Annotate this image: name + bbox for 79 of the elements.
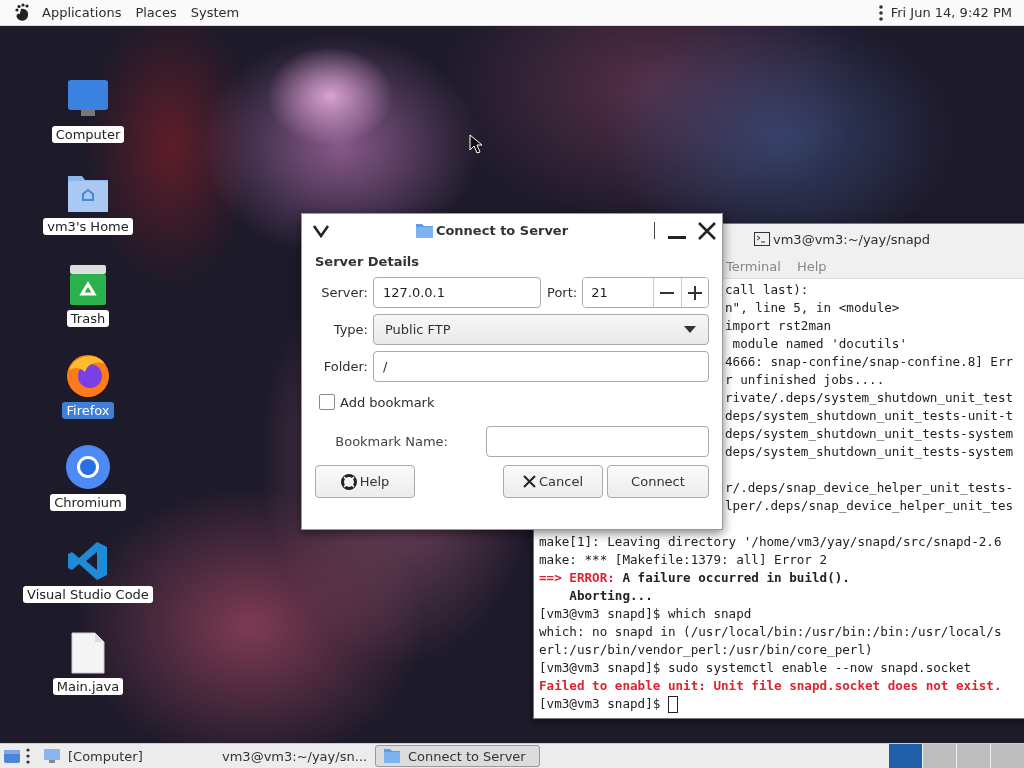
- handle-icon[interactable]: [26, 748, 30, 764]
- terminal-line: which: no snapd in (/usr/local/bin:/usr/bin:/bin:/usr/local/s: [539, 623, 1002, 641]
- mouse-pointer-icon: [469, 134, 483, 154]
- terminal-line: deps/system_shutdown_unit_tests-system: [725, 443, 1015, 461]
- desktop-icon-label[interactable]: Computer: [51, 126, 125, 143]
- terminal-line: module named 'docutils': [731, 335, 908, 353]
- document-icon[interactable]: [71, 632, 105, 674]
- field-label: Bookmark Name:: [334, 434, 448, 449]
- field-label: Port:: [547, 285, 578, 300]
- checkbox-label[interactable]: Add bookmark: [340, 394, 435, 410]
- terminal-line: deps/system_shutdown_unit_tests-system: [725, 425, 1015, 443]
- chevron-down-icon[interactable]: [312, 223, 330, 238]
- terminal-line: call last):: [725, 281, 810, 299]
- field-label: Server:: [320, 285, 368, 300]
- increment-button[interactable]: [680, 278, 708, 307]
- terminal-line: [vm3@vm3 snapd]$ which snapd: [539, 605, 752, 623]
- fox-globe-icon[interactable]: [65, 352, 111, 398]
- bookmark-name-field[interactable]: [486, 426, 709, 457]
- trash-icon[interactable]: [69, 264, 107, 306]
- desktop-icon-label[interactable]: vm3's Home: [43, 218, 133, 235]
- terminal-line: Failed to enable unit: Unit file snapd.socket does not exist.: [539, 677, 1002, 695]
- code-editor-icon[interactable]: [67, 540, 109, 582]
- terminal-line: import rst2man: [725, 317, 833, 335]
- desktop-icon-label[interactable]: Firefox: [62, 402, 114, 419]
- lifebuoy-icon: [340, 473, 357, 490]
- help-button[interactable]: Help: [315, 465, 415, 498]
- panel-menu[interactable]: Places: [128, 5, 184, 20]
- close-icon: [522, 475, 536, 488]
- terminal-line: Aborting...: [568, 587, 653, 605]
- terminal-line: rivate/.deps/system_shutdown_unit_test: [725, 389, 1015, 407]
- terminal-line: ==> ERROR: A failure occurred in build().: [539, 569, 850, 587]
- panel-menu[interactable]: Applications: [35, 5, 129, 20]
- field-label: Type:: [332, 322, 368, 337]
- monitor-icon: [44, 749, 60, 763]
- desktop-icon-label[interactable]: Trash: [66, 310, 110, 327]
- port-spinner[interactable]: 21: [582, 277, 709, 308]
- type-dropdown[interactable]: Public FTP: [373, 314, 709, 345]
- clock[interactable]: Fri Jun 14, 9:42 PM: [890, 5, 1012, 20]
- window-title: vm3@vm3:~/yay/snapd: [773, 231, 931, 247]
- terminal-line: r/.deps/snap_device_helper_unit_tests-: [725, 479, 1015, 497]
- more-icon[interactable]: [878, 4, 883, 21]
- desktop-icon-label[interactable]: Main.java: [52, 678, 124, 695]
- terminal-line: [vm3@vm3 snapd]$ sudo systemctl enable --now snapd.socket: [539, 659, 972, 677]
- terminal-line: 4666: snap-confine/snap-confine.8] Err: [725, 353, 1015, 371]
- workspace-switcher-cell[interactable]: [888, 744, 922, 768]
- show-desktop-icon[interactable]: [3, 747, 21, 765]
- workspace-switcher-cell[interactable]: [922, 744, 956, 768]
- terminal-line: r unfinished jobs....: [725, 371, 886, 389]
- workspace-switcher-cell[interactable]: [956, 744, 990, 768]
- terminal-line: n", line 5, in <module>: [725, 299, 901, 317]
- section-heading: Server Details: [315, 254, 421, 269]
- folder-field[interactable]: /: [373, 351, 709, 382]
- chromium-icon[interactable]: [65, 444, 111, 490]
- desktop-icon-label[interactable]: Visual Studio Code: [23, 586, 153, 603]
- panel-menu[interactable]: System: [183, 5, 247, 20]
- terminal-line: erl:/usr/bin/vendor_perl:/usr/bin/core_perl): [539, 641, 873, 659]
- taskbar-button[interactable]: vm3@vm3:~/yay/sn...: [205, 745, 370, 767]
- taskbar-button[interactable]: Connect to Server: [375, 745, 540, 767]
- dropdown-arrow-icon: [684, 326, 696, 333]
- minus-icon: [660, 291, 675, 294]
- folder-icon: [384, 749, 400, 763]
- window-title: Connect to Server: [435, 223, 569, 238]
- plus-icon: [687, 285, 702, 300]
- terminal-line: deps/system_shutdown_unit_tests-unit-t: [725, 407, 1015, 425]
- close-icon[interactable]: [697, 220, 717, 241]
- terminal-icon: [754, 232, 770, 246]
- folder-icon: [415, 223, 433, 238]
- terminal-line: [vm3@vm3 snapd]$: [539, 695, 662, 713]
- terminal-line: lper/.deps/snap_device_helper_unit_tes: [725, 497, 1015, 515]
- connect-button[interactable]: Connect: [607, 465, 709, 498]
- cancel-button[interactable]: Cancel: [503, 465, 603, 498]
- field-label: Folder:: [322, 359, 368, 374]
- server-field[interactable]: 127.0.0.1: [373, 277, 541, 308]
- workspace-switcher-cell[interactable]: [990, 744, 1024, 768]
- terminal-line: make: *** [Makefile:1379: all] Error 2: [539, 551, 828, 569]
- terminal-line: make[1]: Leaving directory '/home/vm3/yay/snapd/src/snapd-2.6: [539, 533, 1002, 551]
- checkbox[interactable]: [319, 394, 335, 410]
- desktop-icon-label[interactable]: Chromium: [50, 494, 126, 511]
- taskbar-button[interactable]: [Computer]: [35, 745, 200, 767]
